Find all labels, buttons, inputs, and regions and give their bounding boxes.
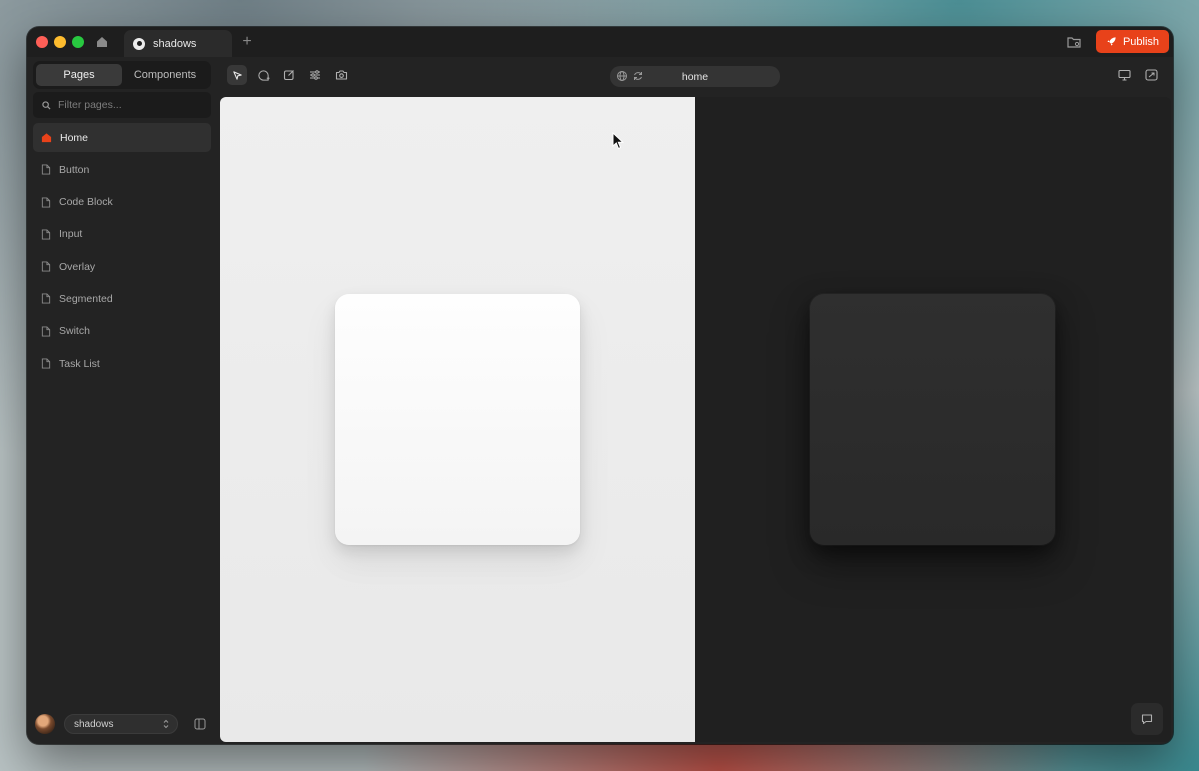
sidebar-item-button[interactable]: Button bbox=[33, 155, 211, 184]
screenshot-tool-button[interactable] bbox=[331, 65, 351, 85]
camera-icon bbox=[335, 70, 347, 80]
sidebar-item-input[interactable]: Input bbox=[33, 220, 211, 249]
page-icon bbox=[41, 261, 51, 272]
sidebar-item-code-block[interactable]: Code Block bbox=[33, 188, 211, 217]
filter-pages bbox=[33, 92, 211, 118]
page-icon bbox=[41, 293, 51, 305]
home-icon[interactable] bbox=[95, 35, 109, 49]
comment-tool-button[interactable] bbox=[253, 65, 273, 85]
title-bar: shadows + Publish bbox=[27, 27, 1173, 57]
sidebar-toggle-icon[interactable] bbox=[194, 718, 206, 730]
sidebar-footer: shadows bbox=[27, 711, 217, 741]
avatar[interactable] bbox=[35, 714, 55, 734]
search-icon bbox=[42, 100, 51, 110]
sidebar-item-label: Code Block bbox=[59, 196, 113, 209]
dark-shadow-card bbox=[810, 294, 1055, 545]
page-icon bbox=[41, 229, 51, 240]
comments-button[interactable] bbox=[1131, 703, 1163, 735]
comment-add-icon bbox=[257, 69, 270, 81]
page-icon bbox=[41, 326, 51, 337]
sidebar-item-task-list[interactable]: Task List bbox=[33, 349, 211, 378]
dark-preview-pane bbox=[695, 97, 1171, 742]
home-icon bbox=[41, 133, 52, 143]
page-icon bbox=[41, 164, 51, 175]
sidebar-item-home[interactable]: Home bbox=[33, 123, 211, 152]
sidebar-item-label: Task List bbox=[59, 357, 100, 370]
publish-button[interactable]: Publish bbox=[1096, 30, 1169, 53]
zoom-window-button[interactable] bbox=[72, 36, 84, 48]
publish-label: Publish bbox=[1122, 35, 1160, 48]
sidebar-item-segmented[interactable]: Segmented bbox=[33, 284, 211, 313]
sidebar-item-label: Segmented bbox=[59, 292, 113, 305]
pages-list: Home Button Code Block Input Overlay Seg… bbox=[33, 123, 211, 381]
page-icon bbox=[41, 197, 51, 208]
sidebar-item-switch[interactable]: Switch bbox=[33, 317, 211, 346]
light-preview-pane bbox=[220, 97, 695, 742]
tab-pages[interactable]: Pages bbox=[36, 64, 122, 86]
desktop-preview-icon[interactable] bbox=[1118, 69, 1131, 81]
page-icon bbox=[41, 358, 51, 369]
url-bar[interactable]: home bbox=[610, 66, 780, 87]
new-tab-button[interactable]: + bbox=[237, 32, 257, 52]
tab-shadows[interactable]: shadows bbox=[124, 30, 232, 57]
sidebar: Pages Components Home Button bbox=[27, 57, 217, 744]
preview-canvas[interactable] bbox=[220, 97, 1171, 742]
main-toolbar: home bbox=[220, 57, 1173, 97]
filter-pages-input[interactable] bbox=[58, 99, 198, 111]
comment-icon bbox=[1141, 714, 1153, 725]
minimize-window-button[interactable] bbox=[54, 36, 66, 48]
edit-tool-button[interactable] bbox=[279, 65, 299, 85]
light-shadow-card bbox=[335, 294, 580, 545]
mouse-cursor-icon bbox=[612, 132, 624, 150]
select-tool-icon bbox=[232, 70, 242, 80]
sidebar-item-label: Switch bbox=[59, 325, 90, 338]
sidebar-item-label: Home bbox=[60, 131, 89, 144]
app-window: shadows + Publish Pages Components Filte… bbox=[27, 27, 1173, 744]
sliders-icon bbox=[310, 70, 320, 80]
tab-components[interactable]: Components bbox=[122, 64, 208, 86]
project-logo-icon bbox=[133, 37, 145, 50]
edit-icon bbox=[283, 70, 294, 81]
sidebar-item-label: Button bbox=[59, 163, 90, 176]
project-name: shadows bbox=[74, 718, 114, 730]
url-text: home bbox=[681, 70, 709, 83]
rocket-icon bbox=[1107, 37, 1116, 46]
tab-title: shadows bbox=[153, 37, 197, 50]
sidebar-item-label: Overlay bbox=[59, 260, 96, 273]
project-select[interactable]: shadows bbox=[64, 714, 178, 734]
folder-icon[interactable] bbox=[1066, 34, 1082, 50]
expand-preview-icon[interactable] bbox=[1145, 69, 1158, 81]
close-window-button[interactable] bbox=[36, 36, 48, 48]
adjust-tool-button[interactable] bbox=[305, 65, 325, 85]
sidebar-tabs: Pages Components bbox=[33, 61, 211, 89]
sidebar-item-label: Input bbox=[59, 228, 83, 241]
chevron-updown-icon bbox=[163, 719, 169, 729]
sidebar-item-overlay[interactable]: Overlay bbox=[33, 252, 211, 281]
select-tool-button[interactable] bbox=[227, 65, 247, 85]
